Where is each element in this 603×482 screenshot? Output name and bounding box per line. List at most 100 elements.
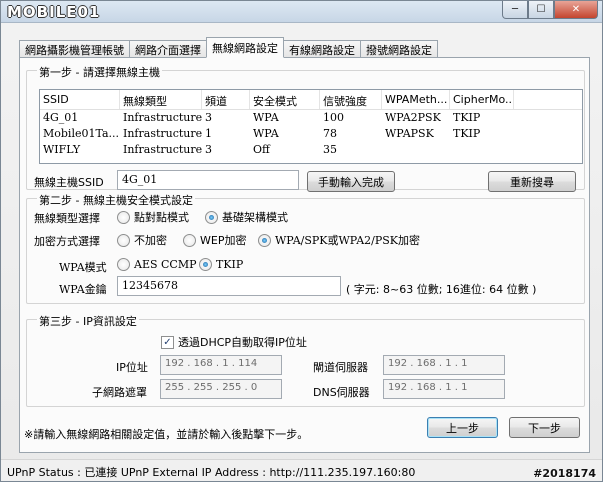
cell-ssid: 4G_01 — [43, 111, 79, 124]
radio-infrastructure[interactable]: 基礎架構模式 — [205, 209, 288, 225]
radio-infrastructure-label: 基礎架構模式 — [222, 211, 288, 224]
dns-label: DNS伺服器 — [313, 386, 370, 399]
app-window: MOBILE01 ─ ☐ ✕ 網路攝影機管理帳號 網路介面選擇 無線網路設定 有… — [0, 0, 603, 482]
radio-aes-ccmp-label: AES CCMP — [134, 258, 197, 271]
radio-wpa-psk-label: WPA/SPK或WPA2/PSK加密 — [275, 234, 421, 247]
cell-type: Infrastructure — [123, 127, 202, 140]
cell-wpa-method: WPA2PSK — [385, 111, 441, 124]
step1-title: 第一步 - 請選擇無線主機 — [37, 64, 162, 80]
radio-wpa-psk[interactable]: WPA/SPK或WPA2/PSK加密 — [258, 232, 420, 248]
ssid-label: 無線主機SSID — [34, 176, 104, 189]
wireless-type-label: 無線類型選擇 — [34, 212, 100, 225]
subnet-label: 子網路遮罩 — [92, 386, 147, 399]
radio-tkip[interactable]: TKIP — [199, 258, 243, 271]
cell-channel: 3 — [205, 143, 212, 156]
ssid-list-header: SSID 無線類型 頻道 安全模式 信號強度 WPAMeth... Cipher… — [40, 90, 582, 110]
radio-circle — [117, 210, 130, 224]
cell-type: Infrastructure — [123, 143, 202, 156]
wpa-key-label: WPA金鑰 — [59, 283, 107, 296]
dhcp-checkbox[interactable]: ✓ 透過DHCP自動取得IP位址 — [161, 334, 307, 350]
step1-group: 第一步 - 請選擇無線主機 SSID 無線類型 頻道 安全模式 信號強度 WPA… — [26, 64, 585, 192]
table-row[interactable]: WIFLY Infrastructure 3 Off 35 — [40, 142, 582, 158]
cell-security: WPA — [253, 127, 279, 140]
cell-cipher-mode: TKIP — [453, 127, 481, 140]
cell-type: Infrastructure — [123, 111, 202, 124]
radio-wep-label: WEP加密 — [200, 234, 247, 247]
wpa-key-input[interactable]: 12345678 — [117, 276, 341, 296]
step2-group: 第二步 - 無線主機安全模式設定 無線類型選擇 點對點模式 基礎架構模式 加密方… — [26, 192, 585, 304]
cell-wpa-method — [382, 142, 450, 158]
cell-security: Off — [253, 143, 270, 156]
ssid-input[interactable]: 4G_01 — [117, 170, 299, 190]
maximize-button[interactable]: ☐ — [528, 1, 554, 19]
radio-adhoc[interactable]: 點對點模式 — [117, 209, 189, 225]
cell-signal: 100 — [323, 111, 344, 124]
table-row[interactable]: 4G_01 Infrastructure 3 WPA 100 WPA2PSK T… — [40, 110, 582, 126]
radio-wep[interactable]: WEP加密 — [183, 232, 246, 248]
tab-wired-settings[interactable]: 有線網路設定 — [283, 40, 361, 58]
radio-tkip-label: TKIP — [216, 258, 244, 271]
column-header[interactable]: WPAMeth... — [382, 90, 450, 109]
window-controls: ─ ☐ ✕ — [502, 1, 598, 19]
radio-circle — [117, 233, 130, 247]
cell-signal: 35 — [323, 143, 337, 156]
dhcp-checkbox-label: 透過DHCP自動取得IP位址 — [178, 336, 307, 349]
radio-no-encryption-label: 不加密 — [134, 234, 167, 247]
column-header[interactable]: 無線類型 — [120, 90, 202, 109]
rescan-button[interactable]: 重新搜尋 — [488, 171, 576, 192]
ip-label: IP位址 — [116, 361, 148, 374]
radio-circle — [205, 210, 218, 224]
status-bar: UPnP Status : 已連接 UPnP External IP Addre… — [1, 459, 602, 481]
table-row[interactable]: Mobile01Ta... Infrastructure 1 WPA 78 WP… — [40, 126, 582, 142]
wpa-mode-label: WPA模式 — [59, 261, 107, 274]
tab-strip: 網路攝影機管理帳號 網路介面選擇 無線網路設定 有線網路設定 撥號網路設定 — [19, 37, 438, 58]
checkmark-icon: ✓ — [161, 335, 174, 349]
radio-circle — [117, 258, 130, 271]
radio-circle — [183, 233, 196, 247]
tab-dialup-settings[interactable]: 撥號網路設定 — [360, 40, 438, 58]
ssid-list[interactable]: SSID 無線類型 頻道 安全模式 信號強度 WPAMeth... Cipher… — [39, 89, 583, 164]
dns-input[interactable]: 192 . 168 . 1 . 1 — [383, 379, 505, 399]
radio-no-encryption[interactable]: 不加密 — [117, 232, 167, 248]
tab-camera-account[interactable]: 網路攝影機管理帳號 — [19, 40, 130, 58]
instruction-note: ※請輸入無線網路相關設定值，並請於輸入後點擊下一步。 — [24, 428, 309, 441]
radio-circle — [258, 233, 271, 247]
minimize-button[interactable]: ─ — [502, 1, 528, 19]
cell-cipher-mode: TKIP — [453, 111, 481, 124]
gateway-input[interactable]: 192 . 168 . 1 . 1 — [383, 355, 505, 375]
column-header[interactable]: 安全模式 — [250, 90, 320, 109]
tab-network-interface[interactable]: 網路介面選擇 — [129, 40, 207, 58]
radio-aes-ccmp[interactable]: AES CCMP — [117, 258, 197, 271]
upnp-status-text: UPnP Status : 已連接 UPnP External IP Addre… — [7, 466, 416, 479]
gateway-label: 閘道伺服器 — [313, 361, 368, 374]
radio-adhoc-label: 點對點模式 — [134, 211, 189, 224]
cell-channel: 1 — [205, 127, 212, 140]
manual-input-done-button[interactable]: 手動輸入完成 — [307, 171, 395, 192]
cell-cipher-mode — [450, 142, 514, 158]
wireless-settings-panel: 第一步 - 請選擇無線主機 SSID 無線類型 頻道 安全模式 信號強度 WPA… — [19, 57, 590, 453]
cell-channel: 3 — [205, 111, 212, 124]
title-bar[interactable]: MOBILE01 ─ ☐ ✕ — [1, 1, 602, 23]
ip-address-input[interactable]: 192 . 168 . 1 . 114 — [160, 355, 282, 375]
cell-security: WPA — [253, 111, 279, 124]
close-button[interactable]: ✕ — [554, 1, 598, 19]
step3-title: 第三步 - IP資訊設定 — [37, 313, 139, 329]
cell-ssid: Mobile01Ta... — [43, 127, 120, 140]
cell-signal: 78 — [323, 127, 337, 140]
cell-ssid: WIFLY — [43, 143, 81, 156]
tab-wireless-settings[interactable]: 無線網路設定 — [206, 37, 284, 58]
column-header[interactable]: CipherMo... — [450, 90, 514, 109]
wpa-key-hint: ( 字元: 8~63 位數; 16進位: 64 位數 ) — [346, 283, 537, 296]
encryption-label: 加密方式選擇 — [34, 235, 100, 248]
watermark: #2018174 — [533, 467, 596, 480]
step2-title: 第二步 - 無線主機安全模式設定 — [37, 192, 195, 208]
column-header[interactable]: 頻道 — [202, 90, 250, 109]
column-header[interactable]: 信號強度 — [320, 90, 382, 109]
step3-group: 第三步 - IP資訊設定 ✓ 透過DHCP自動取得IP位址 IP位址 192 .… — [26, 313, 585, 407]
next-step-button[interactable]: 下一步 — [509, 417, 580, 438]
previous-step-button[interactable]: 上一步 — [427, 417, 498, 438]
subnet-mask-input[interactable]: 255 . 255 . 255 . 0 — [160, 379, 282, 399]
cell-wpa-method: WPAPSK — [385, 127, 434, 140]
column-header[interactable]: SSID — [40, 90, 120, 109]
radio-circle — [199, 258, 212, 271]
